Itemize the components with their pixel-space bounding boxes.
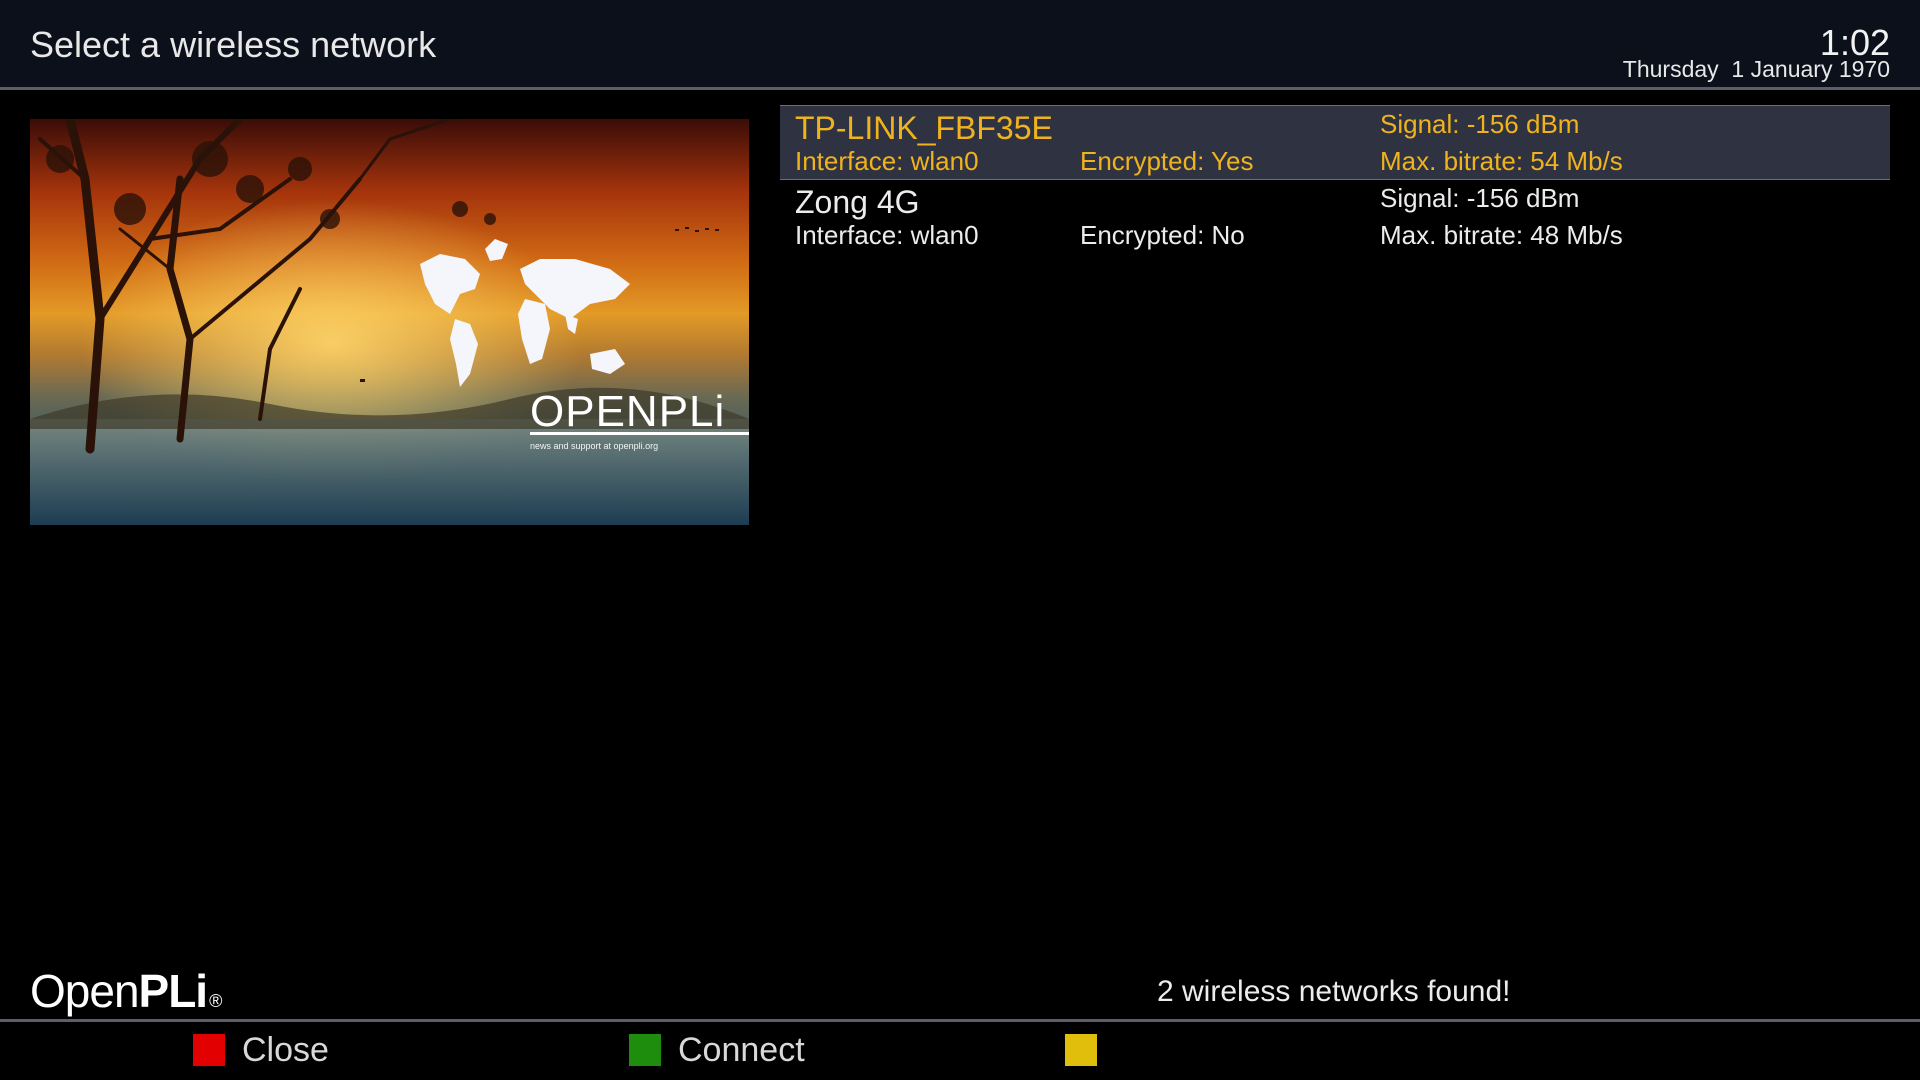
preview-tagline: news and support at openpli.org bbox=[530, 441, 659, 451]
preview-picture: OPENPLi news and support at openpli.org bbox=[30, 119, 749, 525]
network-signal: Signal: -156 dBm bbox=[1380, 183, 1580, 213]
network-ssid: TP-LINK_FBF35E bbox=[795, 110, 1053, 146]
screen-title: Select a wireless network bbox=[30, 24, 437, 65]
logo-registered-mark: ® bbox=[209, 991, 222, 1011]
red-key-icon[interactable] bbox=[193, 1034, 225, 1066]
network-row-selected[interactable]: TP-LINK_FBF35E Interface: wlan0 Encrypte… bbox=[780, 105, 1890, 180]
network-interface: Interface: wlan0 bbox=[795, 146, 979, 176]
network-interface: Interface: wlan0 bbox=[795, 220, 979, 250]
network-list[interactable]: TP-LINK_FBF35E Interface: wlan0 Encrypte… bbox=[780, 105, 1890, 255]
preview-brand-text: OPENPLi bbox=[530, 387, 726, 436]
logo-light-text: Open bbox=[30, 965, 140, 1017]
network-bitrate: Max. bitrate: 48 Mb/s bbox=[1380, 220, 1623, 250]
connect-button[interactable]: Connect bbox=[678, 1031, 805, 1070]
network-encryption: Encrypted: Yes bbox=[1080, 146, 1254, 176]
close-button[interactable]: Close bbox=[242, 1031, 329, 1070]
status-text: 2 wireless networks found! bbox=[1157, 975, 1511, 1008]
logo-bold-text: PLi bbox=[138, 965, 209, 1017]
yellow-key-icon[interactable] bbox=[1065, 1034, 1097, 1066]
green-key-icon[interactable] bbox=[629, 1034, 661, 1066]
preview-brand-underline bbox=[530, 432, 749, 435]
footer-divider bbox=[0, 1019, 1920, 1022]
network-row[interactable]: Zong 4G Interface: wlan0 Encrypted: No S… bbox=[780, 180, 1890, 255]
network-signal: Signal: -156 dBm bbox=[1380, 109, 1580, 139]
network-bitrate: Max. bitrate: 54 Mb/s bbox=[1380, 146, 1623, 176]
openpli-logo: OpenPLi ® bbox=[30, 964, 222, 1018]
date: Thursday 1 January 1970 bbox=[1622, 56, 1890, 82]
network-encryption: Encrypted: No bbox=[1080, 220, 1245, 250]
title-bar: Select a wireless network 1:02 Thursday … bbox=[0, 0, 1920, 90]
background-scene bbox=[30, 119, 749, 525]
network-ssid: Zong 4G bbox=[795, 184, 920, 220]
